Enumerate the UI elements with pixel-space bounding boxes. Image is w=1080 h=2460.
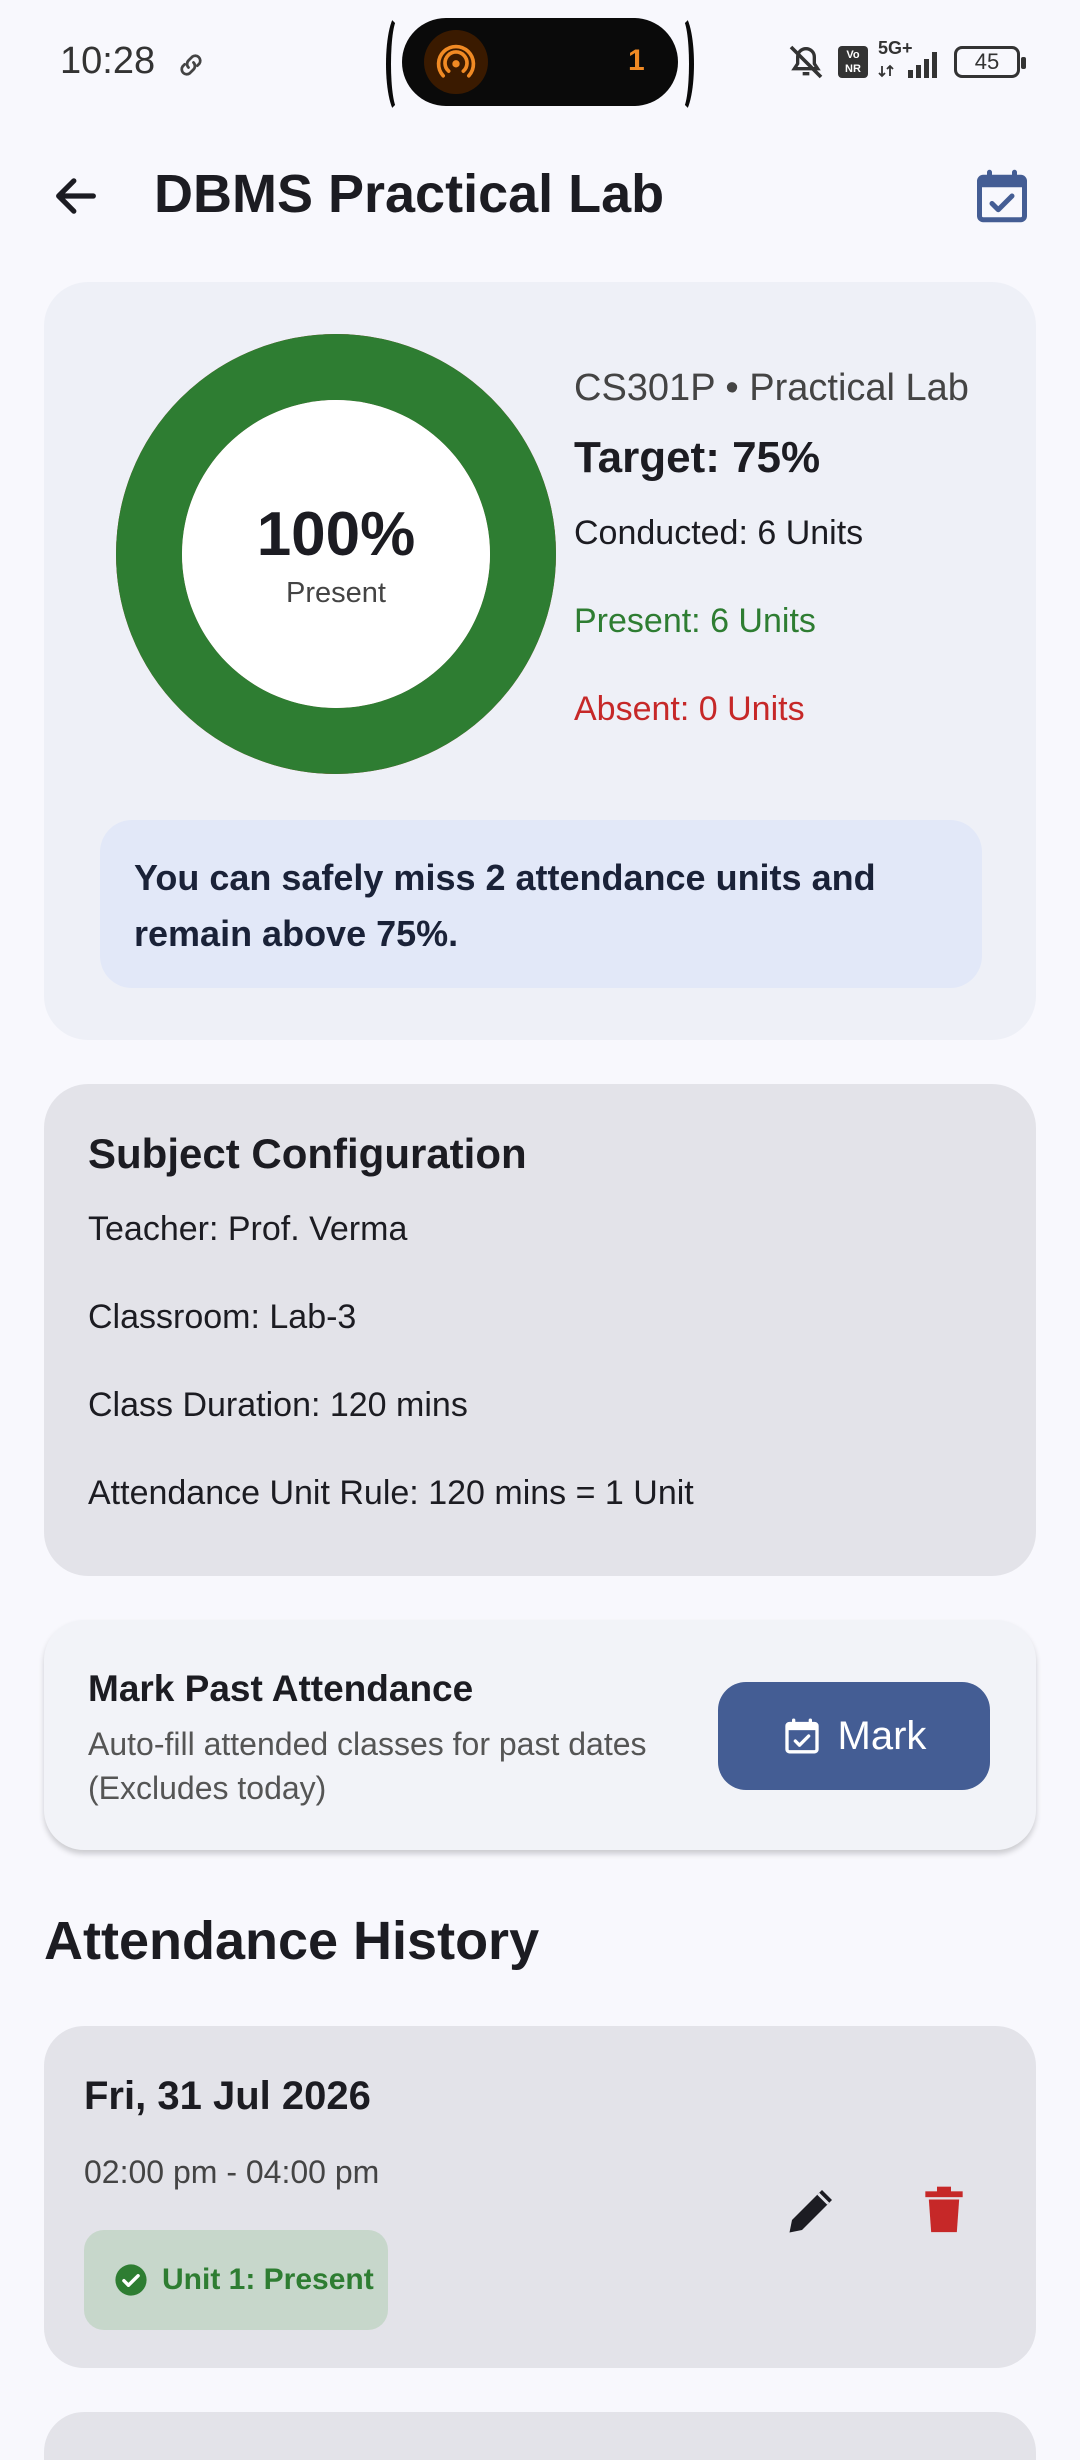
- status-icons: Vo NR 5G+ 45: [784, 38, 1026, 82]
- config-teacher: Teacher: Prof. Verma: [88, 1210, 408, 1248]
- advice-text: You can safely miss 2 attendance units a…: [134, 857, 876, 954]
- mark-past-subtitle: Auto-fill attended classes for past date…: [88, 1726, 647, 1806]
- status-time: 10:28: [60, 40, 156, 82]
- link-icon: [180, 54, 202, 76]
- back-button[interactable]: [40, 160, 112, 232]
- mark-button[interactable]: Mark: [718, 1682, 990, 1790]
- status-bar: 10:28 1 Vo NR 5G+ 45: [0, 0, 1080, 130]
- battery-icon: 45: [954, 46, 1026, 78]
- history-entry-status: Unit 1: Present: [162, 2263, 374, 2296]
- mute-icon: [789, 45, 823, 79]
- attendance-stats: CS301P • Practical Lab Target: 75% Condu…: [574, 360, 1014, 734]
- config-duration: Class Duration: 120 mins: [88, 1386, 468, 1424]
- page-title: DBMS Practical Lab: [154, 164, 665, 224]
- history-entry[interactable]: Fri, 31 Jul 2026 02:00 pm - 04:00 pm Uni…: [44, 2026, 1036, 2368]
- check-circle-icon: [115, 2264, 147, 2296]
- history-entry[interactable]: [44, 2412, 1036, 2460]
- pencil-icon: [789, 2190, 832, 2233]
- mark-past-title: Mark Past Attendance: [88, 1668, 474, 1709]
- attendance-percent: 100%: [256, 499, 416, 569]
- advice-box: You can safely miss 2 attendance units a…: [100, 820, 982, 988]
- attendance-summary-card: 100% Present CS301P • Practical Lab Targ…: [44, 282, 1036, 1040]
- history-entry-status-chip: Unit 1: Present: [84, 2230, 388, 2330]
- history-title: Attendance History: [44, 1911, 540, 1971]
- absent-units: Absent: 0 Units: [574, 690, 805, 728]
- config-classroom: Classroom: Lab-3: [88, 1298, 357, 1336]
- hotspot-icon: [424, 30, 488, 94]
- trash-icon: [925, 2186, 963, 2233]
- attendance-percent-label: Present: [286, 576, 386, 609]
- subject-code: CS301P • Practical Lab: [574, 367, 969, 409]
- history-entry-date: Fri, 31 Jul 2026: [84, 2074, 371, 2118]
- calendar-check-icon: [977, 169, 1027, 223]
- config-title: Subject Configuration: [88, 1130, 527, 1177]
- config-unit-rule: Attendance Unit Rule: 120 mins = 1 Unit: [88, 1474, 694, 1512]
- edit-button[interactable]: [762, 2160, 862, 2260]
- delete-button[interactable]: [894, 2160, 994, 2260]
- donut-center: 100% Present: [116, 334, 556, 774]
- volte-icon: Vo NR: [838, 46, 868, 78]
- signal-icon: 5G+: [878, 38, 944, 80]
- island-count: 1: [628, 44, 645, 77]
- mark-button-label: Mark: [837, 1713, 927, 1758]
- conducted-units: Conducted: 6 Units: [574, 514, 864, 552]
- island-bracket-right: [670, 14, 694, 114]
- subject-configuration-card: Subject Configuration Teacher: Prof. Ver…: [44, 1084, 1036, 1576]
- app-bar: DBMS Practical Lab: [0, 140, 1080, 250]
- mark-past-attendance-card: Mark Past Attendance Auto-fill attended …: [44, 1620, 1036, 1850]
- present-units: Present: 6 Units: [574, 602, 816, 640]
- calendar-check-icon: [784, 1718, 819, 1754]
- target-percent: Target: 75%: [574, 433, 821, 482]
- calendar-button[interactable]: [964, 158, 1040, 234]
- arrow-left-icon: [56, 178, 96, 214]
- history-entry-time: 02:00 pm - 04:00 pm: [84, 2154, 380, 2190]
